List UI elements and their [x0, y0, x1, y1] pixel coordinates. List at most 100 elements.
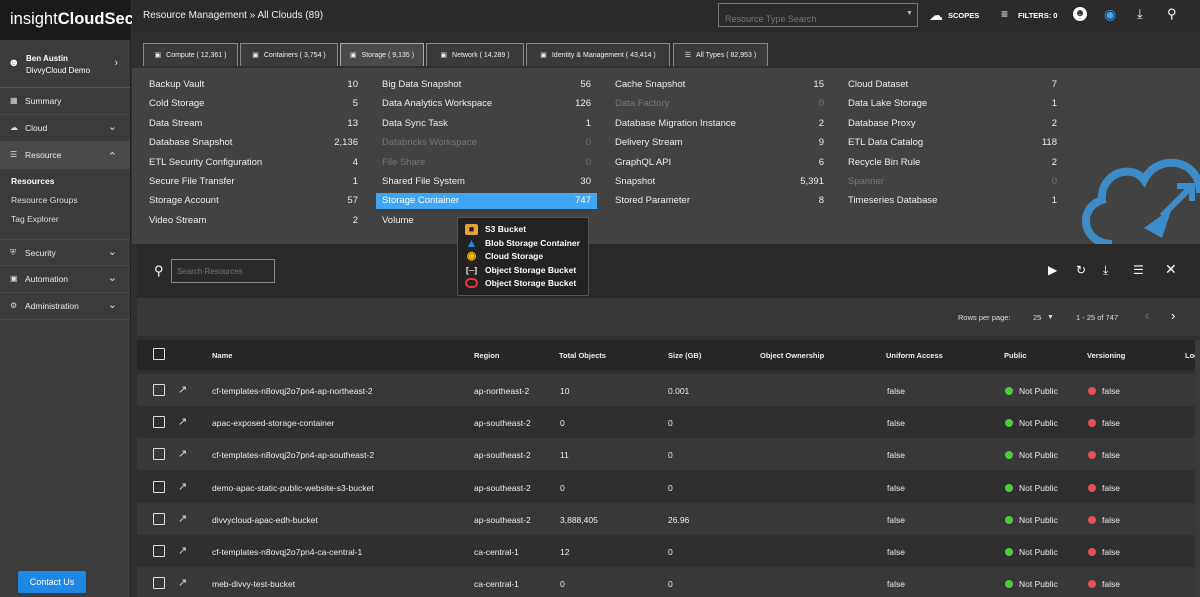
header-size[interactable]: Size (GB): [668, 351, 701, 360]
cell-name[interactable]: apac-exposed-storage-container: [212, 418, 334, 428]
cell-name[interactable]: cf-templates-n8ovqj2o7pn4-ca-central-1: [212, 547, 362, 557]
close-icon[interactable]: ✕: [1165, 261, 1177, 278]
resource-type-item[interactable]: Timeseries Database 1: [842, 193, 1063, 209]
row-checkbox[interactable]: [153, 416, 165, 429]
cell-name[interactable]: cf-templates-n8ovqj2o7pn4-ap-northeast-2: [212, 386, 373, 396]
columns-icon[interactable]: ☰: [1133, 263, 1144, 277]
open-external-icon[interactable]: ↗: [178, 544, 187, 557]
download-icon[interactable]: ⤓: [1103, 263, 1108, 278]
resource-type-item[interactable]: Cloud Dataset 7: [842, 77, 1063, 93]
header-versioning[interactable]: Versioning: [1087, 351, 1125, 360]
table-row[interactable]: ↗ apac-exposed-storage-container ap-southe…: [137, 406, 1200, 439]
row-checkbox[interactable]: [153, 577, 165, 590]
header-name[interactable]: Name: [212, 351, 232, 360]
download-icon[interactable]: ⤓: [1137, 6, 1143, 22]
header-object-ownership[interactable]: Object Ownership: [760, 351, 824, 360]
rows-per-page-select[interactable]: 25: [1033, 313, 1041, 322]
sidebar-subitem-resource-groups[interactable]: Resource Groups: [0, 191, 130, 210]
open-external-icon[interactable]: ↗: [178, 383, 187, 396]
sidebar-item-summary[interactable]: ▦ Summary: [0, 88, 130, 115]
refresh-icon[interactable]: ↻: [1076, 263, 1086, 277]
cell-name[interactable]: demo-apac-static-public-website-s3-bucke…: [212, 483, 374, 493]
next-page-button[interactable]: ›: [1171, 308, 1175, 323]
tab-all-types[interactable]: ☰ All Types ( 82,953 ): [673, 43, 768, 66]
resource-type-item[interactable]: Data Lake Storage 1: [842, 96, 1063, 112]
resource-type-item[interactable]: Backup Vault 10: [143, 77, 364, 93]
row-checkbox[interactable]: [153, 480, 165, 493]
search-resources-input[interactable]: [171, 259, 275, 283]
resource-type-item[interactable]: Databricks Workspace 0: [376, 135, 597, 151]
tab-network[interactable]: ▣ Network ( 14,289 ): [426, 43, 524, 66]
filter-icon[interactable]: ≡: [1001, 7, 1008, 21]
resource-type-item[interactable]: Data Sync Task 1: [376, 116, 597, 132]
resource-type-item[interactable]: Recycle Bin Rule 2: [842, 155, 1063, 171]
app-logo[interactable]: insightCloudSec: [0, 0, 134, 40]
resource-type-item[interactable]: Video Stream 2: [143, 213, 364, 229]
select-all-checkbox[interactable]: [153, 348, 165, 360]
resource-type-item[interactable]: Shared File System 30: [376, 174, 597, 190]
resource-type-item[interactable]: Cold Storage 5: [143, 96, 364, 112]
resource-type-item[interactable]: Database Snapshot 2,136: [143, 135, 364, 151]
row-checkbox[interactable]: [153, 512, 165, 525]
table-row[interactable]: ↗ cf-templates-n8ovqj2o7pn4-ap-northeast-…: [137, 374, 1200, 406]
filters-button[interactable]: FILTERS: 0: [1018, 11, 1057, 20]
tab-containers[interactable]: ▣ Containers ( 3,754 ): [240, 43, 338, 66]
header-public[interactable]: Public: [1004, 351, 1027, 360]
resource-type-item[interactable]: Data Factory 0: [609, 96, 830, 112]
prev-page-button[interactable]: ‹: [1145, 308, 1149, 323]
open-external-icon[interactable]: ↗: [178, 480, 187, 493]
header-uniform-access[interactable]: Uniform Access: [886, 351, 943, 360]
resource-type-item[interactable]: Storage Container 747: [376, 193, 597, 210]
tag-icon[interactable]: ▶: [1048, 263, 1057, 277]
resource-type-item[interactable]: Secure File Transfer 1: [143, 174, 364, 190]
resource-type-item[interactable]: Spanner 0: [842, 174, 1063, 190]
contact-us-button[interactable]: Contact Us: [18, 571, 86, 593]
tab-identity-management[interactable]: ▣ Identity & Management ( 43,414 ): [526, 43, 670, 66]
cell-name[interactable]: divvycloud-apac-edh-bucket: [212, 515, 318, 525]
search-icon[interactable]: ⚲: [1167, 6, 1177, 22]
resource-type-item[interactable]: Snapshot 5,391: [609, 174, 830, 190]
table-row[interactable]: ↗ cf-templates-n8ovqj2o7pn4-ca-central-1 c…: [137, 535, 1200, 567]
row-checkbox[interactable]: [153, 448, 165, 461]
tab-compute[interactable]: ▣ Compute ( 12,361 ): [143, 43, 238, 66]
open-external-icon[interactable]: ↗: [178, 447, 187, 460]
resource-type-item[interactable]: Cache Snapshot 15: [609, 77, 830, 93]
resource-type-item[interactable]: Database Migration Instance 2: [609, 116, 830, 132]
resource-type-item[interactable]: ETL Security Configuration 4: [143, 155, 364, 171]
cloud-icon[interactable]: ☁: [929, 7, 943, 24]
sidebar-item-security[interactable]: ⛨ Security ⌄: [0, 239, 130, 266]
resource-type-item[interactable]: Data Stream 13: [143, 116, 364, 132]
resource-type-item[interactable]: Data Analytics Workspace 126: [376, 96, 597, 112]
sidebar-subitem-tag-explorer[interactable]: Tag Explorer: [0, 210, 130, 229]
scopes-button[interactable]: SCOPES: [948, 11, 979, 20]
table-row[interactable]: ↗ cf-templates-n8ovqj2o7pn4-ap-southeast-…: [137, 438, 1200, 471]
table-row[interactable]: ↗ divvycloud-apac-edh-bucket ap-southeast-…: [137, 502, 1200, 535]
open-external-icon[interactable]: ↗: [178, 415, 187, 428]
sidebar-item-automation[interactable]: ▣ Automation ⌄: [0, 266, 130, 293]
resource-type-item[interactable]: ETL Data Catalog 118: [842, 135, 1063, 151]
sidebar-item-administration[interactable]: ⚙ Administration ⌄: [0, 293, 130, 320]
resource-type-item[interactable]: Stored Parameter 8: [609, 193, 830, 209]
cell-name[interactable]: cf-templates-n8ovqj2o7pn4-ap-southeast-2: [212, 450, 374, 460]
caret-down-icon[interactable]: ▼: [906, 10, 913, 17]
resource-type-item[interactable]: Storage Account 57: [143, 193, 364, 209]
header-region[interactable]: Region: [474, 351, 499, 360]
resource-type-item[interactable]: GraphQL API 6: [609, 155, 830, 171]
row-checkbox[interactable]: [153, 384, 165, 396]
resource-type-item[interactable]: Database Proxy 2: [842, 116, 1063, 132]
row-checkbox[interactable]: [153, 545, 165, 557]
table-row[interactable]: ↗ meb-divvy-test-bucket ca-central-1 0 0 fals…: [137, 567, 1200, 597]
resource-type-item[interactable]: Delivery Stream 9: [609, 135, 830, 151]
open-external-icon[interactable]: ↗: [178, 576, 187, 589]
cell-name[interactable]: meb-divvy-test-bucket: [212, 579, 295, 589]
resource-type-item[interactable]: Big Data Snapshot 56: [376, 77, 597, 93]
table-row[interactable]: ↗ demo-apac-static-public-website-s3-buck…: [137, 470, 1200, 503]
resource-type-item[interactable]: File Share 0: [376, 155, 597, 171]
tab-storage[interactable]: ▣ Storage ( 9,135 ): [340, 43, 424, 66]
sidebar-item-resource[interactable]: ☰ Resource ⌃: [0, 142, 130, 169]
sidebar-subitem-resources[interactable]: Resources: [0, 172, 130, 191]
user-menu[interactable]: ☻ Ben Austin DivvyCloud Demo ›: [0, 40, 130, 88]
resource-type-search-input[interactable]: [718, 3, 918, 27]
account-icon[interactable]: ☻: [1073, 7, 1087, 21]
table-scrollbar[interactable]: [1195, 340, 1200, 597]
